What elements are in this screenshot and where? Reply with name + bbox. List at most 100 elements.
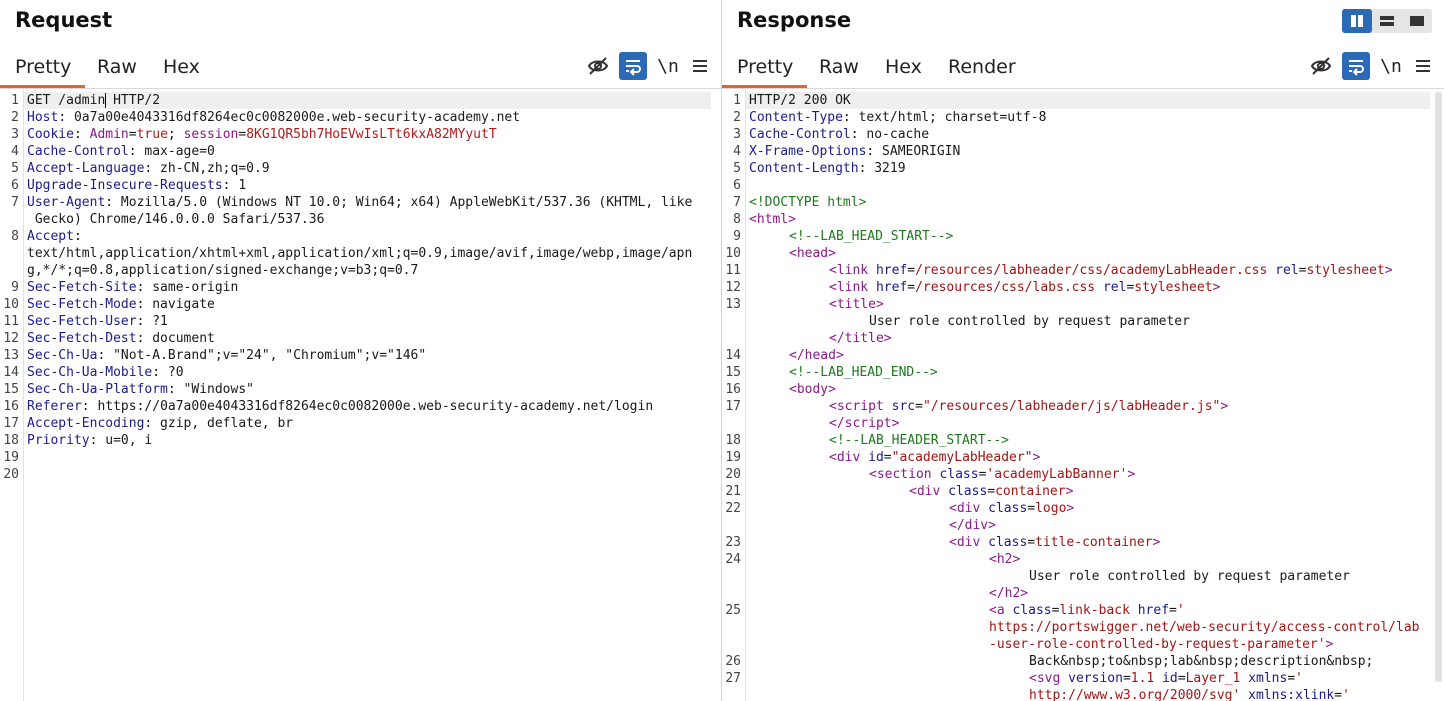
line-number: 25 — [725, 603, 741, 618]
line-number: 5 — [733, 161, 741, 176]
request-tab-hex[interactable]: Hex — [163, 48, 200, 86]
header-value: "Windows" — [175, 382, 254, 397]
header-value: document — [144, 331, 215, 346]
menu-icon[interactable] — [1409, 52, 1437, 80]
a-class: link-back — [1059, 603, 1130, 618]
h2-text: User role controlled by request paramete… — [1029, 569, 1350, 584]
div-id: "academyLabHeader" — [891, 450, 1033, 465]
script-close: </script> — [829, 416, 900, 431]
a-link-back: <a class=link-back href=' — [989, 603, 1185, 618]
show-newlines-icon[interactable]: \n — [654, 52, 682, 80]
header-name: Cache-Control — [27, 144, 129, 159]
response-scrollbar[interactable] — [1435, 92, 1442, 682]
link-rel: stylesheet — [1134, 280, 1213, 295]
request-tab-pretty[interactable]: Pretty — [0, 48, 86, 88]
header-accept: Accept: — [27, 229, 82, 244]
link-tag-2: <link href=/resources/css/labs.css rel=s… — [829, 280, 1221, 295]
line-number: 18 — [725, 433, 741, 448]
response-tab-hex[interactable]: Hex — [885, 48, 922, 86]
line-number: 11 — [3, 314, 19, 329]
request-pane: Request Pretty Raw Hex \n 1 2 3 4 5 6 7 … — [0, 0, 721, 701]
header-value: 0a7a00e4043316df8264ec0c0082000e.web-sec… — [66, 110, 521, 125]
svg-ns-url: http://www.w3.org/2000/svg' — [1029, 688, 1241, 701]
header-content-length: Content-Length: 3219 — [749, 161, 906, 176]
line-number: 20 — [725, 467, 741, 482]
header-sec-ch-ua: Sec-Ch-Ua: "Not-A.Brand";v="24", "Chromi… — [27, 348, 427, 363]
request-title: Request — [15, 8, 113, 32]
hide-nonprintable-icon[interactable] — [584, 52, 612, 80]
link-tag-1: <link href=/resources/labheader/css/acad… — [829, 263, 1393, 278]
line-number: 2 — [11, 110, 19, 125]
header-name: Content-Length — [749, 161, 859, 176]
header-value: https://0a7a00e4043316df8264ec0c0082000e… — [89, 399, 654, 414]
hide-nonprintable-icon[interactable] — [1307, 52, 1335, 80]
svg-version: 1.1 — [1130, 671, 1155, 686]
line-number: 12 — [725, 280, 741, 295]
line-number: 10 — [725, 246, 741, 261]
header-name: Sec-Fetch-Dest — [27, 331, 137, 346]
svg-id: Layer_1 — [1185, 671, 1241, 686]
line-number: 12 — [3, 331, 19, 346]
header-priority: Priority: u=0, i — [27, 433, 153, 448]
response-tab-render[interactable]: Render — [948, 48, 1016, 86]
div-container: <div class=container> — [909, 484, 1074, 499]
a-href-url: https://portswigger.net/web-security/acc… — [989, 620, 1420, 635]
line-number: 24 — [725, 552, 741, 567]
line-number: 22 — [725, 501, 741, 516]
response-editor[interactable]: 1 2 3 4 5 6 7 8 9 10 11 12 13 14 15 16 1… — [722, 89, 1444, 701]
header-accept-language: Accept-Language: zh-CN,zh;q=0.9 — [27, 161, 270, 176]
link-href: /resources/css/labs.css — [915, 280, 1096, 295]
header-name: Content-Type — [749, 110, 843, 125]
header-name: Upgrade-Insecure-Requests — [27, 178, 223, 193]
response-tab-raw[interactable]: Raw — [819, 48, 859, 86]
layout-tabs-icon[interactable] — [1402, 9, 1432, 33]
line-number: 4 — [11, 144, 19, 159]
header-host: Host: 0a7a00e4043316df8264ec0c0082000e.w… — [27, 110, 521, 125]
svg-open: <svg version=1.1 id=Layer_1 xmlns=' — [1029, 671, 1303, 686]
line-number: 26 — [725, 654, 741, 669]
show-newlines-icon[interactable]: \n — [1377, 52, 1405, 80]
request-gutter: 1 2 3 4 5 6 7 8 9 10 11 12 13 14 15 16 1… — [0, 89, 24, 701]
line-number: 14 — [3, 365, 19, 380]
request-tab-raw[interactable]: Raw — [97, 48, 137, 86]
line-number: 15 — [725, 365, 741, 380]
header-sec-fetch-dest: Sec-Fetch-Dest: document — [27, 331, 215, 346]
header-accept-cont2: g,*/*;q=0.8,application/signed-exchange;… — [27, 263, 419, 278]
comment-head-end: <!--LAB_HEAD_END--> — [789, 365, 938, 380]
response-tab-pretty[interactable]: Pretty — [722, 48, 808, 88]
header-name: Accept — [27, 229, 74, 244]
word-wrap-icon[interactable] — [1342, 52, 1370, 80]
header-value: ?0 — [160, 365, 184, 380]
layout-side-by-side-icon[interactable] — [1342, 9, 1372, 33]
header-content-type: Content-Type: text/html; charset=utf-8 — [749, 110, 1047, 125]
div-class: logo — [1035, 501, 1067, 516]
line-number: 4 — [733, 144, 741, 159]
header-value: gzip, deflate, br — [152, 416, 294, 431]
header-sec-ch-ua-platform: Sec-Ch-Ua-Platform: "Windows" — [27, 382, 254, 397]
response-pane: Response Pretty Raw Hex Render \n 1 2 3 … — [722, 0, 1444, 701]
header-cache-control: Cache-Control: max-age=0 — [27, 144, 215, 159]
menu-icon[interactable] — [686, 52, 714, 80]
word-wrap-icon[interactable] — [619, 52, 647, 80]
request-editor[interactable]: 1 2 3 4 5 6 7 8 9 10 11 12 13 14 15 16 1… — [0, 89, 721, 701]
header-value: Mozilla/5.0 (Windows NT 10.0; Win64; x64… — [113, 195, 693, 210]
response-title: Response — [737, 8, 852, 32]
layout-stacked-icon[interactable] — [1372, 9, 1402, 33]
cookie-value: true — [136, 127, 168, 142]
header-referer: Referer: https://0a7a00e4043316df8264ec0… — [27, 399, 654, 414]
header-user-agent: User-Agent: Mozilla/5.0 (Windows NT 10.0… — [27, 195, 693, 210]
head-close: </head> — [789, 348, 844, 363]
header-x-frame-options: X-Frame-Options: SAMEORIGIN — [749, 144, 961, 159]
request-toolbar: \n — [581, 52, 721, 82]
request-line-proto: HTTP/2 — [105, 93, 161, 108]
header-value: u=0, i — [97, 433, 153, 448]
a-href-url-tail: -user-role-controlled-by-request-paramet… — [989, 637, 1326, 652]
line-number: 17 — [3, 416, 19, 431]
line-number: 27 — [725, 671, 741, 686]
line-number: 21 — [725, 484, 741, 499]
header-name: Sec-Ch-Ua-Mobile — [27, 365, 153, 380]
h2-close: </h2> — [989, 586, 1029, 601]
header-user-agent-cont: Gecko) Chrome/146.0.0.0 Safari/537.36 — [27, 212, 325, 227]
cookie-name: Admin — [89, 127, 129, 142]
line-number: 17 — [725, 399, 741, 414]
